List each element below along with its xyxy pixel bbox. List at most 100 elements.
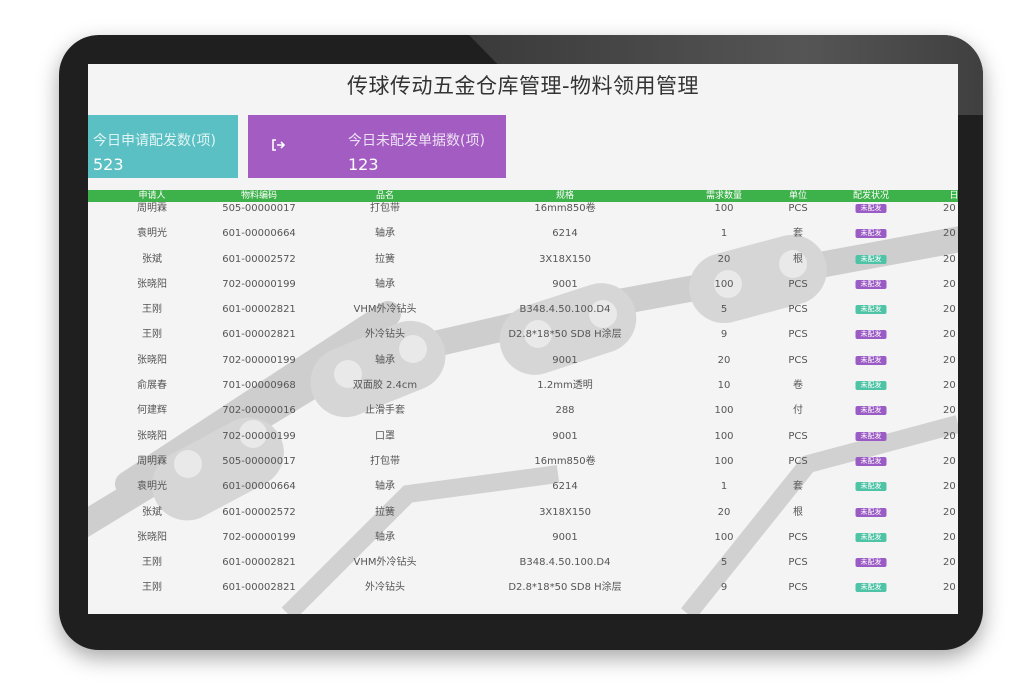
table-row[interactable]: 袁明光 601-00000664 轴承 6214 1 套 未配发 20 [88,221,958,246]
cell-applicant: 张斌 [142,506,162,518]
cell-unit: PCS [788,354,808,366]
cell-spec: 6214 [552,228,578,240]
page-title: 传球传动五金仓库管理-物料领用管理 [346,74,700,98]
cell-spec: 9001 [552,430,578,442]
cell-unit: PCS [788,582,808,594]
cell-date: 20 [943,430,956,442]
cell-unit: PCS [788,455,808,467]
col-unit: 单位 [788,191,808,201]
cell-name: 口罩 [375,430,395,442]
cell-material-code: 601-00002821 [222,557,296,569]
table-row[interactable]: 王刚 601-00002821 VHM外冷钻头 B348.4.50.100.D4 5 PC… [88,297,958,322]
cell-material-code: 702-00000199 [222,430,296,442]
table-row[interactable]: 张晓阳 702-00000199 轴承 9001 100 PCS 未配发 20 [88,525,958,550]
cell-date: 20 [943,506,956,518]
cell-applicant: 王刚 [142,582,162,594]
table-row[interactable]: 张晓阳 702-00000199 轴承 9001 20 PCS 未配发 20 [88,348,958,373]
cell-qty: 1 [720,228,728,240]
table-row[interactable]: 俞展春 701-00000968 双面胶 2.4cm 1.2mm透明 10 卷 未配发 20 [88,373,958,398]
status-badge: 未配发 [855,229,887,239]
cell-qty: 20 [717,506,731,518]
cell-date: 20 [943,304,956,316]
cell-unit: PCS [788,278,808,290]
cell-applicant: 王刚 [142,304,162,316]
cell-unit: 卷 [793,380,803,392]
status-badge: 未配发 [855,507,887,517]
cell-name: 轴承 [375,278,395,290]
cell-qty: 100 [714,531,734,543]
cell-material-code: 601-00000664 [222,481,296,493]
table-row[interactable]: 王刚 601-00002821 VHM外冷钻头 B348.4.50.100.D4 5 PC… [88,550,958,575]
cell-qty: 100 [714,405,734,417]
cell-name: VHM外冷钻头 [353,304,417,316]
cell-name: 轴承 [375,531,395,543]
cell-material-code: 601-00002821 [222,304,296,316]
logout-icon [272,139,286,151]
cell-date: 20 [943,481,956,493]
cell-name: 轴承 [375,354,395,366]
cell-material-code: 601-00002821 [222,582,296,594]
table-row[interactable]: 张斌 601-00002572 拉簧 3X18X150 20 根 未配发 20 [88,500,958,525]
cell-qty: 1 [720,481,728,493]
cell-spec: B348.4.50.100.D4 [519,304,611,316]
table-row[interactable]: 王刚 601-00002821 外冷钻头 D2.8*18*50 SD8 H涂层 9 PCS… [88,322,958,347]
cell-spec: 6214 [552,481,578,493]
cell-spec: B348.4.50.100.D4 [519,557,611,569]
table-row[interactable]: 王刚 601-00002821 外冷钻头 D2.8*18*50 SD8 H涂层 9 PCS… [88,575,958,600]
cell-qty: 10 [717,380,731,392]
app-screen: 传球传动五金仓库管理-物料领用管理 今日申请配发数(项) 523 今日未配发单据… [88,64,958,614]
cell-applicant: 周明霖 [137,455,167,467]
cell-material-code: 701-00000968 [222,380,296,392]
cell-qty: 5 [720,557,728,569]
cell-material-code: 702-00000199 [222,531,296,543]
status-badge: 未配发 [855,558,887,568]
col-applicant: 申请人 [138,191,166,201]
cell-qty: 100 [714,455,734,467]
cell-unit: 套 [793,481,803,493]
cell-spec: 3X18X150 [539,253,591,265]
col-name: 品名 [375,191,395,201]
table-row[interactable]: 袁明光 601-00000664 轴承 6214 1 套 未配发 20 [88,474,958,499]
cell-date: 20 [943,380,956,392]
cell-date: 20 [943,531,956,543]
cell-qty: 9 [720,582,728,594]
table-row[interactable]: 张斌 601-00002572 拉簧 3X18X150 20 根 未配发 20 [88,247,958,272]
cell-name: 止滑手套 [365,405,405,417]
cell-qty: 9 [720,329,728,341]
cell-name: 外冷钻头 [365,582,405,594]
cell-applicant: 王刚 [142,329,162,341]
status-badge: 未配发 [855,305,887,315]
cell-spec: 9001 [552,278,578,290]
cell-spec: D2.8*18*50 SD8 H涂层 [508,329,622,341]
table-row[interactable]: 张晓阳 702-00000199 口罩 9001 100 PCS 未配发 20 [88,424,958,449]
cell-unit: PCS [788,329,808,341]
status-badge: 未配发 [855,330,887,340]
cell-material-code: 601-00002572 [222,253,296,265]
col-date: 日 [949,191,958,201]
cell-date: 20 [943,354,956,366]
cell-spec: 3X18X150 [539,506,591,518]
cell-applicant: 张晓阳 [137,531,167,543]
cell-material-code: 601-00002821 [222,329,296,341]
table-body: 周明霖 505-00000017 打包带 16mm850卷 100 PCS 未配发 20 袁明光… [88,196,958,601]
cell-name: 轴承 [375,481,395,493]
cell-date: 20 [943,557,956,569]
cell-unit: 根 [793,506,803,518]
cell-applicant: 袁明光 [137,481,167,493]
cell-date: 20 [943,582,956,594]
cell-qty: 100 [714,430,734,442]
cell-date: 20 [943,278,956,290]
table-row[interactable]: 张晓阳 702-00000199 轴承 9001 100 PCS 未配发 20 [88,272,958,297]
cell-date: 20 [943,228,956,240]
table-row[interactable]: 周明霖 505-00000017 打包带 16mm850卷 100 PCS 未配发 20 [88,449,958,474]
cell-qty: 5 [720,304,728,316]
today-undelivered-label: 今日未配发单据数(项) [348,133,485,149]
cell-material-code: 601-00002572 [222,506,296,518]
cell-applicant: 张晓阳 [137,354,167,366]
col-qty: 需求数量 [705,191,743,201]
col-material-code: 物料编码 [240,191,278,201]
table-row[interactable]: 何建辉 702-00000016 止滑手套 288 100 付 未配发 20 [88,398,958,423]
cell-date: 20 [943,329,956,341]
cell-spec: 9001 [552,531,578,543]
cell-applicant: 王刚 [142,557,162,569]
